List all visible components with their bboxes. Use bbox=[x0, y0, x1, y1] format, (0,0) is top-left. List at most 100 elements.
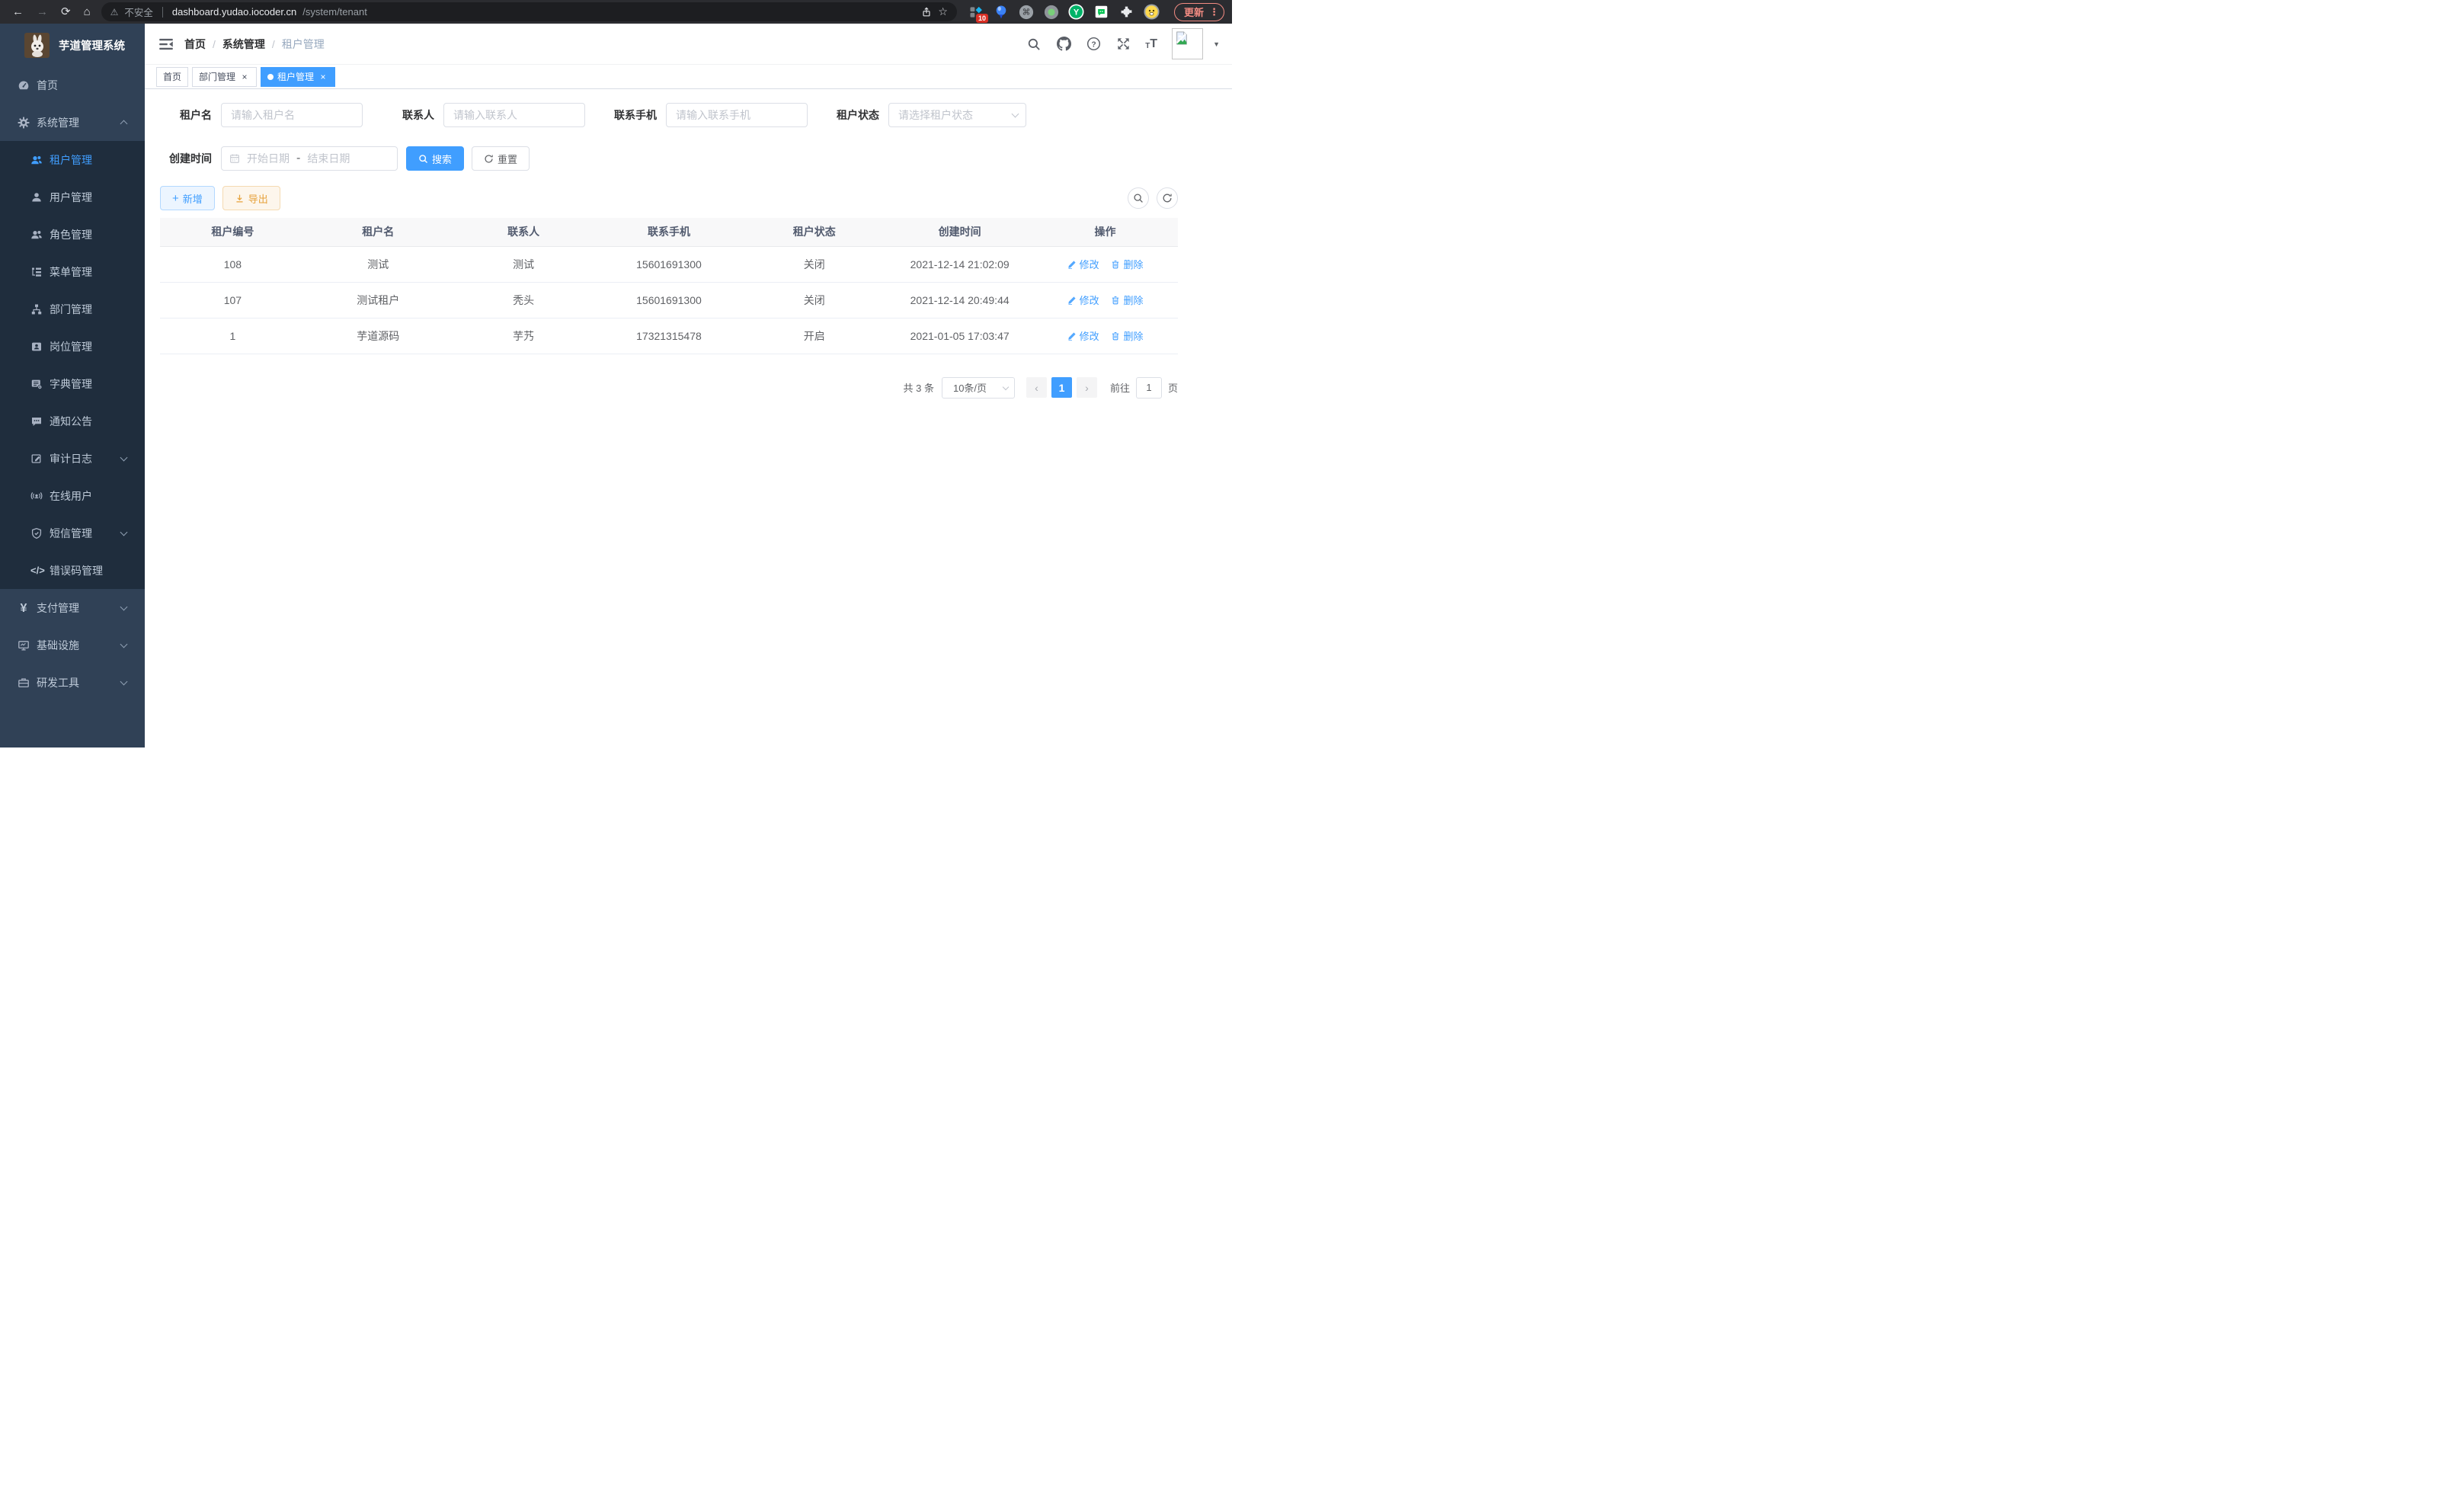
browser-back-icon[interactable]: ← bbox=[12, 6, 24, 18]
delete-link[interactable]: 删除 bbox=[1111, 293, 1143, 307]
sidebar-item-user[interactable]: 用户管理 bbox=[0, 178, 145, 216]
svg-text:Y: Y bbox=[1074, 8, 1080, 18]
cell-actions: 修改 删除 bbox=[1032, 318, 1178, 354]
url-bar[interactable]: ⚠ 不安全 dashboard.yudao.iocoder.cn /system… bbox=[101, 2, 957, 21]
extension-command-icon[interactable]: ⌘ bbox=[1018, 4, 1035, 21]
tag-dept[interactable]: 部门管理 × bbox=[192, 67, 257, 87]
add-label: 新增 bbox=[183, 191, 203, 206]
font-size-icon[interactable]: TT bbox=[1145, 38, 1157, 50]
extension-chat-icon[interactable] bbox=[1093, 4, 1110, 21]
user-avatar[interactable] bbox=[1172, 28, 1203, 59]
browser-reload-icon[interactable]: ⟳ bbox=[61, 6, 71, 18]
sidebar-item-system[interactable]: 系统管理 bbox=[0, 104, 145, 141]
extension-green-dot-icon[interactable] bbox=[1043, 4, 1060, 21]
show-search-toggle-button[interactable] bbox=[1128, 187, 1149, 209]
status-select[interactable]: 请选择租户状态 bbox=[888, 103, 1026, 127]
delete-link[interactable]: 删除 bbox=[1111, 328, 1143, 343]
sidebar-item-devtools[interactable]: 研发工具 bbox=[0, 664, 145, 701]
tenant-name-input[interactable] bbox=[221, 103, 363, 127]
close-icon[interactable]: × bbox=[318, 72, 328, 82]
edit-link[interactable]: 修改 bbox=[1067, 293, 1099, 307]
sidebar-item-role[interactable]: 角色管理 bbox=[0, 216, 145, 253]
sidebar-item-payment[interactable]: ¥ 支付管理 bbox=[0, 589, 145, 626]
cell-status: 关闭 bbox=[741, 246, 887, 282]
prev-page-button[interactable]: ‹ bbox=[1026, 377, 1047, 398]
create-time-label: 创建时间 bbox=[160, 151, 212, 166]
add-button[interactable]: + 新增 bbox=[160, 186, 215, 210]
avatar-caret-icon[interactable]: ▼ bbox=[1213, 40, 1220, 48]
delete-link[interactable]: 删除 bbox=[1111, 257, 1143, 271]
profile-avatar-icon[interactable] bbox=[1144, 4, 1160, 21]
extension-badge: 10 bbox=[976, 14, 988, 23]
cell-tenant-name: 芋道源码 bbox=[306, 318, 451, 354]
contact-input[interactable] bbox=[443, 103, 585, 127]
sidebar-item-label: 研发工具 bbox=[37, 675, 79, 690]
sidebar-item-error-code[interactable]: </> 错误码管理 bbox=[0, 552, 145, 589]
page-1-button[interactable]: 1 bbox=[1051, 377, 1072, 398]
browser-home-icon[interactable]: ⌂ bbox=[84, 6, 91, 18]
app-logo[interactable]: 芋道管理系统 bbox=[0, 24, 145, 66]
browser-menu-icon[interactable]: ⋮ bbox=[1209, 6, 1219, 18]
user-icon bbox=[30, 191, 43, 203]
share-icon[interactable] bbox=[921, 7, 932, 18]
goto-page-input[interactable] bbox=[1136, 377, 1162, 399]
chevron-down-icon bbox=[120, 640, 128, 648]
cell-tenant-id: 108 bbox=[160, 246, 306, 282]
extension-balloon-icon[interactable] bbox=[993, 4, 1010, 21]
cell-mobile: 17321315478 bbox=[597, 318, 742, 354]
sidebar-item-sms[interactable]: 短信管理 bbox=[0, 514, 145, 552]
refresh-table-button[interactable] bbox=[1157, 187, 1178, 209]
sidebar-item-label: 首页 bbox=[37, 78, 58, 93]
sidebar-item-audit-log[interactable]: 审计日志 bbox=[0, 440, 145, 477]
next-page-button[interactable]: › bbox=[1077, 377, 1097, 398]
table-row: 107 测试租户 秃头 15601691300 关闭 2021-12-14 20… bbox=[160, 282, 1178, 318]
refresh-icon bbox=[484, 154, 494, 164]
edit-label: 修改 bbox=[1080, 257, 1099, 271]
tag-home[interactable]: 首页 bbox=[156, 67, 188, 87]
extension-y-icon[interactable]: Y bbox=[1068, 4, 1085, 21]
calendar-icon bbox=[229, 153, 240, 164]
security-warning-icon[interactable]: ⚠ bbox=[110, 7, 119, 18]
sidebar-item-tenant[interactable]: 租户管理 bbox=[0, 141, 145, 178]
sidebar-item-notice[interactable]: 通知公告 bbox=[0, 402, 145, 440]
tree-list-icon bbox=[30, 266, 43, 278]
sidebar-item-dept[interactable]: 部门管理 bbox=[0, 290, 145, 328]
sidebar-toggle-icon[interactable] bbox=[158, 37, 174, 52]
create-time-range-picker[interactable]: 开始日期 - 结束日期 bbox=[221, 146, 398, 171]
help-icon[interactable]: ? bbox=[1086, 37, 1101, 52]
breadcrumb-system[interactable]: 系统管理 bbox=[222, 37, 265, 52]
cell-mobile: 15601691300 bbox=[597, 282, 742, 318]
close-icon[interactable]: × bbox=[239, 72, 250, 82]
extensions-puzzle-icon[interactable] bbox=[1118, 4, 1135, 21]
browser-forward-icon[interactable]: → bbox=[37, 6, 48, 18]
reset-button[interactable]: 重置 bbox=[472, 146, 530, 171]
browser-update-button[interactable]: 更新 ⋮ bbox=[1174, 3, 1224, 21]
page-size-select[interactable]: 10条/页 bbox=[942, 377, 1015, 399]
start-date-placeholder: 开始日期 bbox=[247, 151, 290, 166]
pagination-goto: 前往 页 bbox=[1110, 377, 1178, 399]
font-size-big: T bbox=[1150, 38, 1157, 50]
breadcrumb-current: 租户管理 bbox=[282, 37, 325, 52]
sidebar-item-online-users[interactable]: 在线用户 bbox=[0, 477, 145, 514]
update-label: 更新 bbox=[1184, 5, 1204, 19]
sidebar-item-dict[interactable]: 字典管理 bbox=[0, 365, 145, 402]
org-tree-icon bbox=[30, 303, 43, 315]
pencil-icon bbox=[1067, 260, 1077, 269]
sidebar-item-home[interactable]: 首页 bbox=[0, 66, 145, 104]
search-icon bbox=[418, 154, 428, 164]
header-search-icon[interactable] bbox=[1026, 37, 1042, 52]
mobile-input[interactable] bbox=[666, 103, 808, 127]
bookmark-star-icon[interactable]: ☆ bbox=[938, 5, 948, 18]
github-icon[interactable] bbox=[1056, 37, 1071, 52]
sidebar-item-menu[interactable]: 菜单管理 bbox=[0, 253, 145, 290]
edit-link[interactable]: 修改 bbox=[1067, 328, 1099, 343]
sidebar-item-infra[interactable]: 基础设施 bbox=[0, 626, 145, 664]
search-button[interactable]: 搜索 bbox=[406, 146, 464, 171]
edit-link[interactable]: 修改 bbox=[1067, 257, 1099, 271]
extension-kit-icon[interactable]: 10 bbox=[968, 4, 984, 21]
sidebar-item-post[interactable]: 岗位管理 bbox=[0, 328, 145, 365]
fullscreen-icon[interactable] bbox=[1115, 37, 1131, 52]
breadcrumb-home[interactable]: 首页 bbox=[184, 37, 206, 52]
tag-tenant-active[interactable]: 租户管理 × bbox=[261, 67, 335, 87]
export-button[interactable]: 导出 bbox=[222, 186, 280, 210]
